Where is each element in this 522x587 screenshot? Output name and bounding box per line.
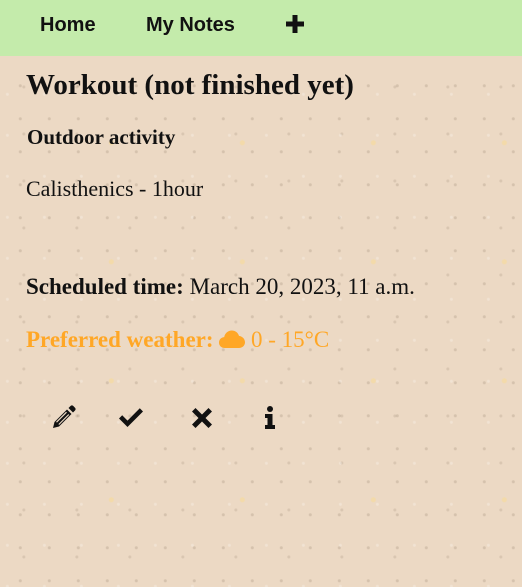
scheduled-time-value: March 20, 2023, 11 a.m. bbox=[189, 274, 415, 299]
info-icon bbox=[265, 406, 275, 429]
preferred-weather-value: 0 - 15°C bbox=[251, 327, 330, 352]
delete-note-button[interactable] bbox=[189, 405, 215, 431]
edit-note-button[interactable] bbox=[50, 405, 76, 431]
cloud-icon bbox=[219, 330, 246, 348]
plus-icon bbox=[286, 15, 304, 33]
check-icon bbox=[119, 408, 143, 427]
navbar: Home My Notes bbox=[0, 0, 522, 56]
nav-home-link[interactable]: Home bbox=[40, 14, 96, 37]
pencil-icon bbox=[53, 405, 76, 428]
note-actions bbox=[50, 405, 290, 433]
mark-done-button[interactable] bbox=[118, 405, 144, 431]
note-title: Workout (not finished yet) bbox=[26, 69, 354, 101]
close-icon bbox=[192, 408, 212, 428]
note-category: Outdoor activity bbox=[27, 125, 176, 149]
note-body: Calisthenics - 1hour bbox=[26, 176, 204, 201]
nav-my-notes-link[interactable]: My Notes bbox=[146, 14, 235, 37]
info-button[interactable] bbox=[260, 405, 286, 431]
scheduled-time-label: Scheduled time: bbox=[26, 274, 184, 299]
add-note-button[interactable] bbox=[286, 11, 306, 35]
preferred-weather-label: Preferred weather: bbox=[26, 327, 214, 352]
preferred-weather: Preferred weather: 0 - 15°C bbox=[26, 327, 329, 353]
scheduled-time: Scheduled time: March 20, 2023, 11 a.m. bbox=[26, 274, 415, 300]
